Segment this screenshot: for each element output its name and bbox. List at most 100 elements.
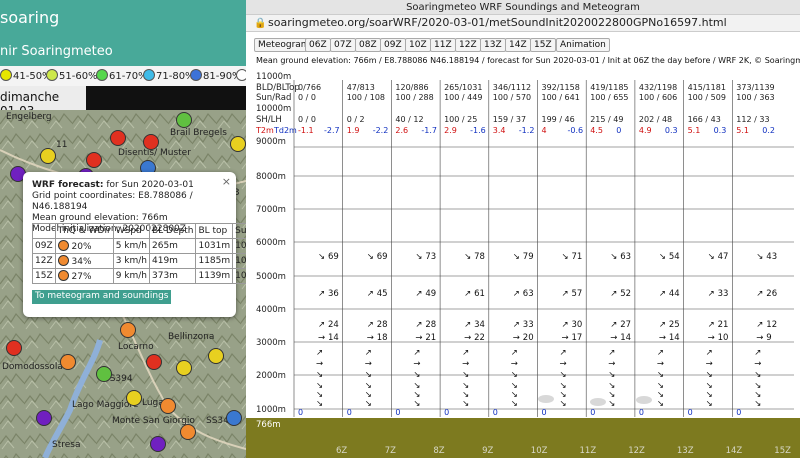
day-label[interactable]: dimanche 01.03 — [0, 86, 86, 118]
td2m-value: -2.2 — [373, 126, 389, 135]
wind-speed: 43 — [766, 252, 777, 262]
wind-arrow: ↗ — [513, 320, 520, 330]
forecast-marker[interactable] — [176, 360, 192, 376]
forecast-marker[interactable] — [86, 152, 102, 168]
wind-speed: 45 — [377, 289, 388, 299]
legend-swatch — [46, 69, 58, 81]
sunrad-value: 100 / 606 — [639, 93, 677, 102]
popup-heading-label: WRF forecast: — [32, 180, 104, 190]
map-place-label: Domodossola — [2, 362, 63, 372]
forecast-marker[interactable] — [150, 436, 166, 452]
table-row: 09Z 20% 5 km/h 265m 1031m 100% — [32, 238, 264, 254]
wind-arrow: ↘ — [560, 370, 567, 380]
forecast-marker[interactable] — [230, 136, 246, 152]
altitude-label: 1000m — [256, 405, 286, 415]
wind-arrow: → — [318, 333, 325, 343]
wind-arrow: ↘ — [659, 252, 666, 262]
td2m-value: 0.2 — [762, 126, 775, 135]
bl-row-label: BLD/BLTop — [256, 83, 300, 93]
forecast-popup: × WRF forecast: for Sun 2020-03-01 Grid … — [23, 172, 264, 317]
forecast-marker[interactable] — [208, 348, 224, 364]
wind-speed: 49 — [425, 289, 436, 299]
close-icon[interactable]: × — [222, 175, 231, 188]
wind-arrow: → — [462, 359, 469, 369]
time-cell: 09Z — [32, 238, 56, 254]
shlh-value: 100 / 25 — [444, 115, 477, 124]
legend-item: 71-80% — [143, 69, 195, 82]
wind-arrow: ↗ — [659, 320, 666, 330]
shlh-value: 40 / 12 — [395, 115, 423, 124]
forecast-marker[interactable] — [96, 366, 112, 382]
forecast-marker[interactable] — [110, 130, 126, 146]
bl-depth-cell: 265m — [148, 238, 197, 254]
bl-value: 346/1112 — [493, 83, 531, 92]
thq-cell: 27% — [54, 268, 114, 284]
meteogram-link[interactable]: To meteogram and soundings — [32, 290, 172, 304]
forecast-marker[interactable] — [40, 148, 56, 164]
bl-depth-cell: 373m — [148, 268, 197, 284]
bl-top-cell: 1031m — [195, 238, 234, 254]
bl-value: 47/813 — [347, 83, 375, 92]
forecast-marker[interactable] — [126, 390, 142, 406]
forecast-marker[interactable] — [120, 322, 136, 338]
column-header: ThQ & WDir — [54, 223, 114, 239]
t2m-value: -1.1 — [298, 126, 314, 135]
td2m-value: -1.2 — [519, 126, 535, 135]
wind-arrow: ↘ — [413, 399, 420, 409]
shlh-value: 202 / 48 — [639, 115, 672, 124]
thermal-quality-legend: 41-50% 51-60% 61-70% 71-80% 81-90% 91 — [0, 66, 262, 86]
sunrad-value: 100 / 509 — [688, 93, 726, 102]
forecast-marker[interactable] — [226, 410, 242, 426]
wind-arrow: ↗ — [657, 348, 664, 358]
wind-arrow: ↘ — [706, 399, 713, 409]
wind-arrow: ↘ — [657, 399, 664, 409]
wind-arrow: ↘ — [608, 370, 615, 380]
wind-arrow: ↗ — [608, 348, 615, 358]
wind-arrow: ↘ — [316, 399, 323, 409]
browser-window: Soaringmeteo WRF Soundings and Meteogram… — [246, 0, 800, 458]
forecast-marker[interactable] — [176, 112, 192, 128]
wind-arrow: → — [367, 333, 374, 343]
td2m-value: -2.7 — [324, 126, 340, 135]
wind-arrow: → — [413, 359, 420, 369]
forecast-marker[interactable] — [143, 134, 159, 150]
legend-item: 51-60% — [46, 69, 98, 82]
wind-arrow: ↘ — [511, 399, 518, 409]
bl-bottom-value: 0 — [590, 408, 595, 417]
wind-speed: 27 — [620, 320, 631, 330]
wind-speed: 28 — [377, 320, 388, 330]
wind-speed: 21 — [718, 320, 729, 330]
wind-speed: 14 — [328, 333, 339, 343]
wind-speed: 54 — [669, 252, 680, 262]
forecast-marker[interactable] — [180, 424, 196, 440]
wind-arrow: ↗ — [367, 289, 374, 299]
forecast-marker[interactable] — [36, 410, 52, 426]
wind-arrow: → — [316, 359, 323, 369]
wind-arrow: ↘ — [365, 370, 372, 380]
time-label: 12Z — [628, 446, 645, 456]
forecast-marker[interactable] — [160, 398, 176, 414]
table-row: 12Z 34% 3 km/h 419m 1185m 100% — [32, 253, 264, 269]
forecast-marker[interactable] — [60, 354, 76, 370]
forecast-marker[interactable] — [146, 354, 162, 370]
wind-speed: 14 — [620, 333, 631, 343]
forecast-marker[interactable] — [6, 340, 22, 356]
time-label: 13Z — [677, 446, 694, 456]
wind-arrow: ↗ — [318, 289, 325, 299]
day-selector[interactable]: dimanche 01.03 — [0, 86, 250, 118]
time-label: 9Z — [482, 446, 493, 456]
wind-arrow: ↗ — [415, 289, 422, 299]
wind-arrow: ↘ — [462, 370, 469, 380]
altitude-label: 2000m — [256, 371, 286, 381]
bl-value: 265/1031 — [444, 83, 482, 92]
bl-value: 419/1185 — [590, 83, 628, 92]
wind-arrow: ↗ — [316, 348, 323, 358]
wind-arrow: ↗ — [462, 348, 469, 358]
wind-speed: 73 — [425, 252, 436, 262]
t2m-value: 4 — [542, 126, 547, 135]
t2m-value: 2.9 — [444, 126, 457, 135]
wind-arrow: ↘ — [610, 252, 617, 262]
altitude-label: 8000m — [256, 172, 286, 182]
wind-arrow: ↘ — [365, 399, 372, 409]
cloud-icon — [590, 398, 606, 406]
